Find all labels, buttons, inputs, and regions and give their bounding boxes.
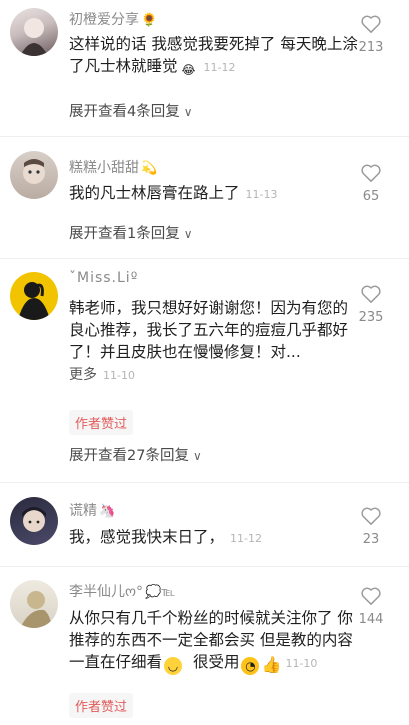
chevron-down-icon: ∨ (192, 449, 202, 463)
author-liked-badge: 作者赞过 (69, 410, 134, 435)
avatar[interactable] (10, 580, 58, 628)
username[interactable]: 初橙爱分享 🌻 (69, 9, 157, 29)
grateful-emoji-icon: ◔ (241, 657, 260, 675)
username[interactable]: 糕糕小甜甜 💫 (69, 157, 157, 177)
divider (0, 482, 409, 483)
heart-icon (361, 507, 381, 525)
like-button[interactable]: 235 (351, 284, 391, 325)
like-button[interactable]: 65 (351, 163, 391, 204)
avatar[interactable] (10, 8, 58, 56)
comment-text: 我，感觉我快末日了， 11-12 (69, 528, 262, 546)
comment-text: 我的凡士林唇膏在路上了 11-13 (69, 184, 278, 202)
avatar[interactable] (10, 151, 58, 199)
timestamp: 11-12 (203, 61, 236, 74)
like-count: 23 (362, 532, 380, 547)
heart-icon (361, 15, 381, 33)
like-count: 235 (358, 310, 384, 325)
timestamp: 11-13 (245, 188, 278, 201)
divider (0, 258, 409, 259)
chevron-down-icon: ∨ (183, 105, 193, 119)
thought-bubble-icon: 💭℡ (145, 585, 176, 600)
like-button[interactable]: 23 (351, 506, 391, 547)
expand-replies-button[interactable]: 展开查看4条回复 ∨ (69, 100, 193, 121)
like-button[interactable]: 144 (351, 586, 391, 627)
more-link[interactable]: 更多 (69, 367, 97, 383)
heart-icon (361, 587, 381, 605)
username[interactable]: 谎精 🦄 (69, 500, 115, 520)
timestamp: 11-10 (285, 657, 318, 670)
avatar[interactable] (10, 497, 58, 545)
expand-replies-button[interactable]: 展开查看1条回复 ∨ (69, 222, 193, 243)
chevron-down-icon: ∨ (183, 227, 193, 241)
username[interactable]: 李半仙儿ო° 💭℡ (69, 581, 175, 601)
sparkle-icon: 💫 (141, 161, 158, 176)
author-liked-badge: 作者赞过 (69, 693, 134, 718)
divider (0, 136, 409, 137)
laughing-emoji-icon: 😂 (181, 63, 196, 77)
expand-replies-button[interactable]: 展开查看27条回复 ∨ (69, 444, 202, 465)
unicorn-icon: 🦄 (99, 504, 116, 519)
smile-emoji-icon: ◡ (164, 657, 183, 675)
timestamp: 11-10 (103, 369, 135, 382)
like-button[interactable]: 213 (351, 14, 391, 55)
divider (0, 566, 409, 567)
username[interactable]: ˇMiss.Liº (69, 270, 138, 286)
comment-text: 这样说的话 我感觉我要死掉了 每天晚上涂了凡士林就睡觉 😂 11-12 (69, 35, 358, 77)
timestamp: 11-12 (230, 532, 262, 545)
heart-icon (361, 164, 381, 182)
comment-text: 韩老师，我只想好好谢谢您！因为有您的良心推荐，我长了五六年的痘痘几乎都好了！并且… (69, 299, 349, 383)
like-count: 144 (358, 612, 384, 627)
avatar[interactable] (10, 272, 58, 320)
heart-icon (361, 285, 381, 303)
thumbs-up-icon: 👍 (261, 655, 282, 674)
comment-text: 从你只有几千个粉丝的时候就关注你了 你推荐的东西不一定全都会买 但是教的内容一直… (69, 609, 353, 675)
sunflower-icon: 🌻 (141, 13, 158, 28)
like-count: 213 (358, 40, 384, 55)
like-count: 65 (362, 189, 380, 204)
